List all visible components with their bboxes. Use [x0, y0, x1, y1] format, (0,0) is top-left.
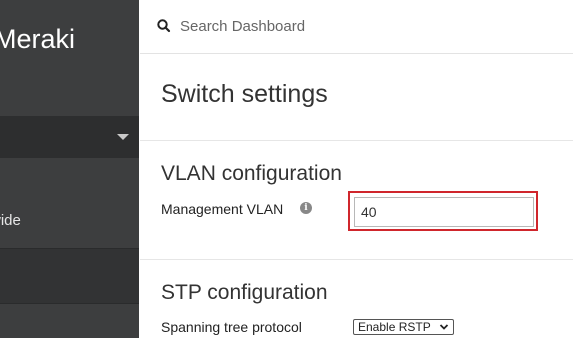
header-search-bar: [140, 0, 573, 54]
divider: [140, 259, 573, 260]
sidebar-item[interactable]: wide: [0, 212, 21, 229]
vlan-section-title: VLAN configuration: [161, 162, 342, 185]
stp-section-title: STP configuration: [161, 281, 328, 304]
sidebar-item-active[interactable]: [0, 249, 139, 303]
network-selector[interactable]: [0, 116, 139, 158]
page-title: Switch settings: [161, 80, 328, 108]
spanning-tree-selected-value: Enable RSTP: [358, 320, 431, 334]
spanning-tree-label: Spanning tree protocol: [161, 319, 302, 335]
caret-down-icon: [117, 134, 129, 140]
spanning-tree-select[interactable]: Enable RSTP: [353, 319, 454, 335]
brand-logo: Meraki: [0, 24, 76, 54]
sidebar-divider: [0, 303, 139, 304]
sidebar: Meraki wide: [0, 0, 139, 338]
management-vlan-input[interactable]: [354, 197, 534, 227]
info-icon[interactable]: i: [300, 202, 312, 214]
management-vlan-label: Management VLAN: [161, 201, 284, 217]
chevron-down-icon: [439, 324, 449, 330]
divider: [140, 140, 573, 141]
search-icon[interactable]: [156, 18, 172, 34]
search-input[interactable]: [180, 14, 540, 38]
